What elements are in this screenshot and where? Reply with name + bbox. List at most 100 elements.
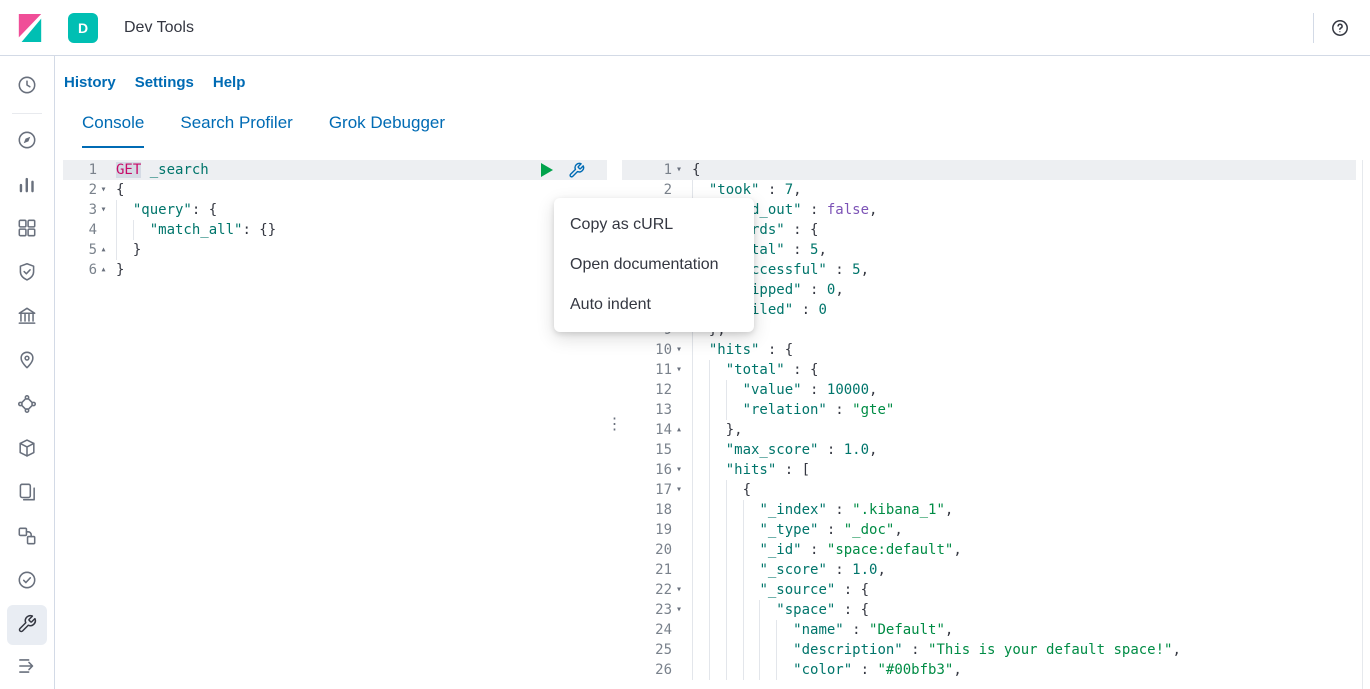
scrollbar-track[interactable] xyxy=(1362,160,1363,689)
line-gutter: 2▾ xyxy=(63,180,110,200)
fold-up-icon[interactable]: ▴ xyxy=(97,240,110,260)
line-number: 1 xyxy=(622,160,672,180)
code-line[interactable]: 12 "value" : 10000, xyxy=(622,380,1356,400)
code-line[interactable]: 19 "_type" : "_doc", xyxy=(622,520,1356,540)
indent-guide xyxy=(743,540,744,560)
tab-search-profiler[interactable]: Search Profiler xyxy=(162,103,310,148)
tab-console[interactable]: Console xyxy=(64,103,162,148)
menu-item-copy-as-curl[interactable]: Copy as cURL xyxy=(554,205,754,245)
code-line[interactable]: 20 "_id" : "space:default", xyxy=(622,540,1356,560)
request-editor-pane[interactable]: 1GET _search2▾{3▾ "query": {4 "match_all… xyxy=(63,160,607,689)
indent-guide xyxy=(692,360,693,380)
sidebar-item-compass[interactable] xyxy=(7,121,47,161)
code-line[interactable]: 6▴} xyxy=(63,260,607,280)
sidebar-item-map-pin[interactable] xyxy=(7,341,47,381)
code-line[interactable]: 22▾ "_source" : { xyxy=(622,580,1356,600)
send-request-button[interactable] xyxy=(540,162,554,178)
menu-item-auto-indent[interactable]: Auto indent xyxy=(554,285,754,325)
fold-down-icon[interactable]: ▾ xyxy=(97,200,110,220)
sidebar-item-bar-chart[interactable] xyxy=(7,165,47,205)
nav-link-history[interactable]: History xyxy=(64,74,116,91)
fold-down-icon[interactable]: ▾ xyxy=(672,600,686,620)
help-icon[interactable] xyxy=(1328,16,1352,40)
fold-spacer xyxy=(672,620,686,640)
menu-item-open-documentation[interactable]: Open documentation xyxy=(554,245,754,285)
kibana-logo[interactable] xyxy=(16,12,46,44)
code-line[interactable]: 2 "took" : 7, xyxy=(622,180,1356,200)
line-gutter: 13 xyxy=(622,400,686,420)
wrench-icon[interactable] xyxy=(568,162,585,179)
code-line[interactable]: 16▾ "hits" : [ xyxy=(622,460,1356,480)
code-line[interactable]: 15 "max_score" : 1.0, xyxy=(622,440,1356,460)
code-token: }, xyxy=(726,422,743,438)
indent-guide xyxy=(709,640,710,660)
fold-up-icon[interactable]: ▴ xyxy=(672,420,686,440)
code-line[interactable]: 25 "description" : "This is your default… xyxy=(622,640,1356,660)
sidebar-item-grid[interactable] xyxy=(7,209,47,249)
code-token xyxy=(692,482,743,498)
nav-link-settings[interactable]: Settings xyxy=(135,74,194,91)
fold-down-icon[interactable]: ▾ xyxy=(672,360,686,380)
code-line[interactable]: 26 "color" : "#00bfb3", xyxy=(622,660,1356,680)
code-line[interactable]: 17▾ { xyxy=(622,480,1356,500)
fold-spacer xyxy=(672,640,686,660)
fold-down-icon[interactable]: ▾ xyxy=(672,340,686,360)
sidebar-item-collapse-arrow[interactable] xyxy=(7,647,47,687)
sidebar-item-network-dots[interactable] xyxy=(7,385,47,425)
sidebar-item-shield[interactable] xyxy=(7,253,47,293)
code-line[interactable]: 11▾ "total" : { xyxy=(622,360,1356,380)
code-line[interactable]: 10▾ "hits" : { xyxy=(622,340,1356,360)
sidebar-item-check-circle[interactable] xyxy=(7,561,47,601)
sidebar-item-bank[interactable] xyxy=(7,297,47,337)
sidebar-item-clock[interactable] xyxy=(7,66,47,106)
wrench-icon xyxy=(17,614,37,637)
topbar-divider xyxy=(1313,13,1314,43)
code-line[interactable]: 1GET _search xyxy=(63,160,607,180)
fold-down-icon[interactable]: ▾ xyxy=(97,180,110,200)
indent-guide xyxy=(726,520,727,540)
line-gutter: 15 xyxy=(622,440,686,460)
code-token: { xyxy=(692,162,700,178)
sidebar-item-pages[interactable] xyxy=(7,473,47,513)
code-line[interactable]: 24 "name" : "Default", xyxy=(622,620,1356,640)
indent-guide xyxy=(709,580,710,600)
code-token: : xyxy=(192,202,209,218)
code-line[interactable]: 1▾ { xyxy=(622,160,1356,180)
nav-link-help[interactable]: Help xyxy=(213,74,246,91)
code-line[interactable]: 13 "relation" : "gte" xyxy=(622,400,1356,420)
space-avatar[interactable]: D xyxy=(68,13,98,43)
code-line[interactable]: 3▾ "query": { xyxy=(63,200,607,220)
indent-guide xyxy=(726,620,727,640)
indent-guide xyxy=(692,440,693,460)
code-line[interactable]: 21 "_score" : 1.0, xyxy=(622,560,1356,580)
code-token: "total" xyxy=(726,362,785,378)
code-line[interactable]: 4 "match_all": {} xyxy=(63,220,607,240)
indent-guide xyxy=(726,580,727,600)
code-token: : xyxy=(802,202,827,218)
code-line[interactable]: 18 "_index" : ".kibana_1", xyxy=(622,500,1356,520)
fold-down-icon[interactable]: ▾ xyxy=(672,580,686,600)
indent-guide xyxy=(726,600,727,620)
fold-down-icon[interactable]: ▾ xyxy=(672,160,686,180)
tab-grok-debugger[interactable]: Grok Debugger xyxy=(311,103,463,148)
fold-up-icon[interactable]: ▴ xyxy=(97,260,110,280)
line-content: "_id" : "space:default", xyxy=(686,540,1356,560)
code-token xyxy=(692,602,776,618)
fold-down-icon[interactable]: ▾ xyxy=(672,460,686,480)
line-gutter: 24 xyxy=(622,620,686,640)
fold-down-icon[interactable]: ▾ xyxy=(672,480,686,500)
line-content: "_shards" : { xyxy=(686,220,1356,240)
sidebar-item-wrench[interactable] xyxy=(7,605,47,645)
sidebar-item-cube[interactable] xyxy=(7,429,47,469)
indent-guide xyxy=(759,640,760,660)
sidebar-item-linked-squares[interactable] xyxy=(7,517,47,557)
pages-icon xyxy=(16,481,38,506)
code-line[interactable]: 14▴ }, xyxy=(622,420,1356,440)
tab-label: Grok Debugger xyxy=(329,113,445,148)
code-token xyxy=(116,242,133,258)
code-line[interactable]: 5▴ } xyxy=(63,240,607,260)
request-editor[interactable]: 1GET _search2▾{3▾ "query": {4 "match_all… xyxy=(63,160,607,280)
code-line[interactable]: 2▾{ xyxy=(63,180,607,200)
code-line[interactable]: 23▾ "space" : { xyxy=(622,600,1356,620)
line-gutter: 17▾ xyxy=(622,480,686,500)
